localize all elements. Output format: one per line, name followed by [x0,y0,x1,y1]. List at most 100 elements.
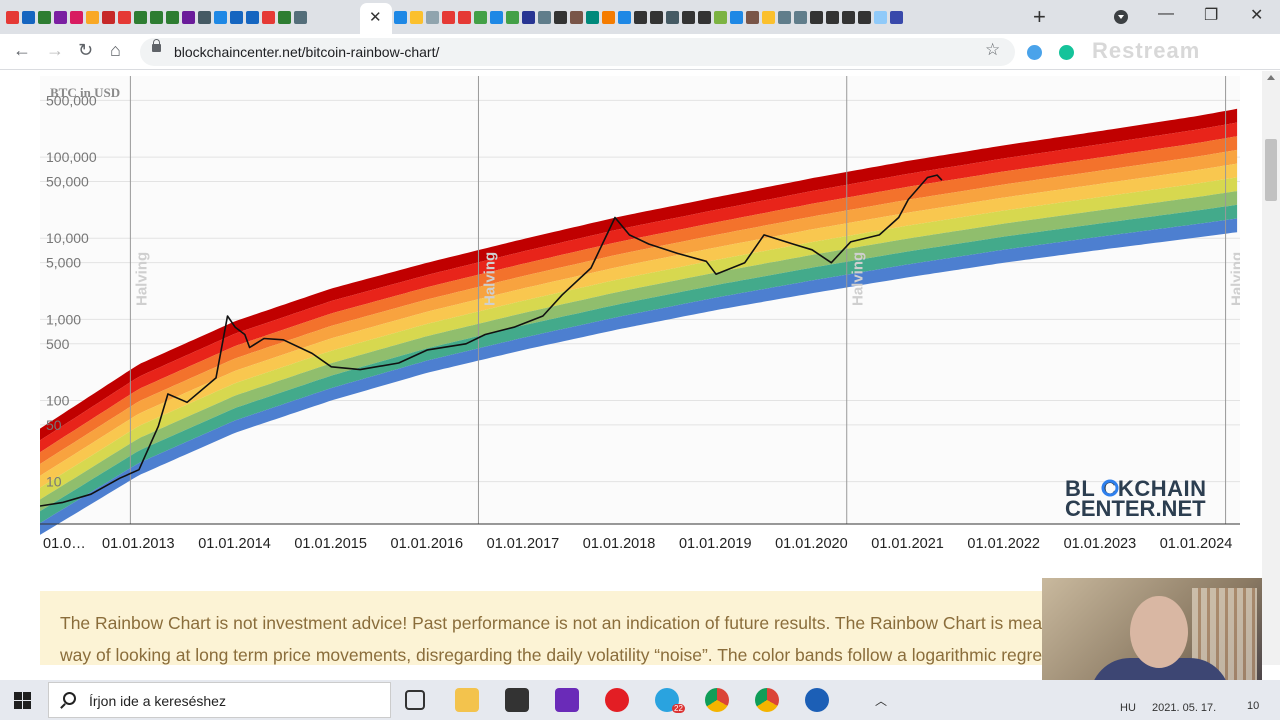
clock-date[interactable]: 2021. 05. 17. [1152,702,1216,714]
pinned-tab-favicon[interactable] [874,10,887,24]
scrollbar-thumb[interactable] [1265,139,1277,201]
back-button[interactable]: ← [13,40,31,61]
save-app-icon[interactable] [555,688,579,712]
pinned-tab-favicon[interactable] [698,10,711,24]
pinned-tab-favicon[interactable] [842,10,855,24]
forward-button[interactable]: → [46,40,64,61]
pinned-tab-favicon[interactable] [294,10,307,24]
pinned-tab-favicon[interactable] [22,10,35,24]
restore-button[interactable]: ❐ [1204,5,1218,25]
search-icon [63,692,76,705]
url-text[interactable]: blockchaincenter.net/bitcoin-rainbow-cha… [174,44,439,60]
tray-expand-icon[interactable]: ︿ [875,692,887,709]
pinned-tab-favicon[interactable] [410,10,423,24]
pinned-tab-favicon[interactable] [714,10,727,24]
pinned-tab-favicons[interactable] [6,7,903,27]
x-tick-label: 01.01.2017 [487,536,560,552]
pinned-tab-favicon[interactable] [682,10,695,24]
halving-label: Halving [1229,252,1240,306]
cloud-extension-icon[interactable] [1027,45,1042,60]
pinned-tab-favicon[interactable] [650,10,663,24]
pinned-tab-favicon[interactable] [554,10,567,24]
pinned-tab-favicon[interactable] [474,10,487,24]
rainbow-chart-svg: Halving Halving Halving Halving500,000100,0… [39,76,1246,552]
pinned-tab-favicon[interactable] [890,10,903,24]
pinned-tab-favicon[interactable] [70,10,83,24]
pinned-tab-favicon[interactable] [618,10,631,24]
pinned-tab-favicon[interactable] [150,10,163,24]
pinned-tab-favicon[interactable] [602,10,615,24]
pinned-tab-favicon[interactable] [490,10,503,24]
pinned-tab-favicon[interactable] [746,10,759,24]
y-tick-label: 10,000 [46,230,89,246]
scroll-up-arrow-icon[interactable] [1267,75,1275,80]
x-tick-label: 01.01.2014 [198,536,271,552]
pinned-tab-favicon[interactable] [858,10,871,24]
windows-start-icon[interactable] [14,692,31,709]
home-button[interactable]: ⌂ [110,40,121,61]
pinned-tab-favicon[interactable] [666,10,679,24]
pinned-tab-favicon[interactable] [506,10,519,24]
y-tick-label: 100,000 [46,149,97,165]
pinned-tab-favicon[interactable] [198,10,211,24]
file-explorer-icon[interactable] [455,688,479,712]
page-scrollbar[interactable] [1262,71,1280,665]
taskbar-search-placeholder: Írjon ide a kereséshez [89,693,226,709]
pinned-tab-favicon[interactable] [278,10,291,24]
pinned-tab-favicon[interactable] [6,10,19,24]
pinned-tab-favicon[interactable] [826,10,839,24]
close-window-button[interactable]: ✕ [1250,5,1263,25]
restream-watermark: Restream [1092,38,1201,63]
pinned-tab-favicon[interactable] [134,10,147,24]
x-tick-label: 01.01.2021 [871,536,944,552]
pinned-tab-favicon[interactable] [810,10,823,24]
pinned-tab-favicon[interactable] [730,10,743,24]
clock-time[interactable]: 10 [1247,700,1259,712]
store-icon[interactable] [505,688,529,712]
pinned-tab-favicon[interactable] [118,10,131,24]
pinned-tab-favicon[interactable] [394,10,407,24]
pinned-tab-favicon[interactable] [634,10,647,24]
pinned-tab-favicon[interactable] [262,10,275,24]
pinned-tab-favicon[interactable] [522,10,535,24]
pinned-tab-favicon[interactable] [246,10,259,24]
pinned-tab-favicon[interactable] [54,10,67,24]
pinned-tab-favicon[interactable] [102,10,115,24]
pinned-tab-favicon[interactable] [762,10,775,24]
pinned-tab-favicon[interactable] [38,10,51,24]
close-tab-icon[interactable]: ✕ [369,8,382,26]
pinned-tab-favicon[interactable] [426,10,439,24]
task-view-icon[interactable] [405,690,425,710]
tab-search-icon[interactable] [1114,10,1128,24]
halving-label: Halving [481,252,498,306]
bookmark-star-icon[interactable]: ☆ [985,40,1000,60]
pinned-tab-favicon[interactable] [458,10,471,24]
pinned-tab-favicon[interactable] [794,10,807,24]
windows-taskbar: Írjon ide a kereséshez 22 ︿ HU 2021. 05.… [0,680,1280,720]
pinned-tab-favicon[interactable] [230,10,243,24]
pinned-tab-favicon[interactable] [214,10,227,24]
page-content: Halving Halving Halving Halving 500,000 100,0… [0,71,1262,665]
x-tick-label: 01.01.2013 [102,536,175,552]
taskbar-search[interactable]: Írjon ide a kereséshez [48,682,391,718]
pinned-tab-favicon[interactable] [778,10,791,24]
pinned-tab-favicon[interactable] [570,10,583,24]
chrome-icon[interactable] [705,688,729,712]
grammarly-extension-icon[interactable] [1059,45,1074,60]
pinned-tab-favicon[interactable] [182,10,195,24]
pinned-tab-favicon[interactable] [442,10,455,24]
pinned-tab-favicon[interactable] [86,10,99,24]
app-icon[interactable] [805,688,829,712]
chrome-profile-icon[interactable] [755,688,779,712]
pinned-tab-favicon[interactable] [586,10,599,24]
y-tick-label: 5,000 [46,255,81,271]
pinned-tab-favicon[interactable] [166,10,179,24]
new-tab-button[interactable]: + [1033,4,1046,30]
language-indicator[interactable]: HU [1120,702,1136,714]
opera-icon[interactable] [605,688,629,712]
lock-icon[interactable] [152,39,161,52]
minimize-button[interactable]: — [1158,5,1174,23]
telegram-badge: 22 [672,704,685,713]
pinned-tab-favicon[interactable] [538,10,551,24]
reload-button[interactable]: ↻ [78,40,93,61]
